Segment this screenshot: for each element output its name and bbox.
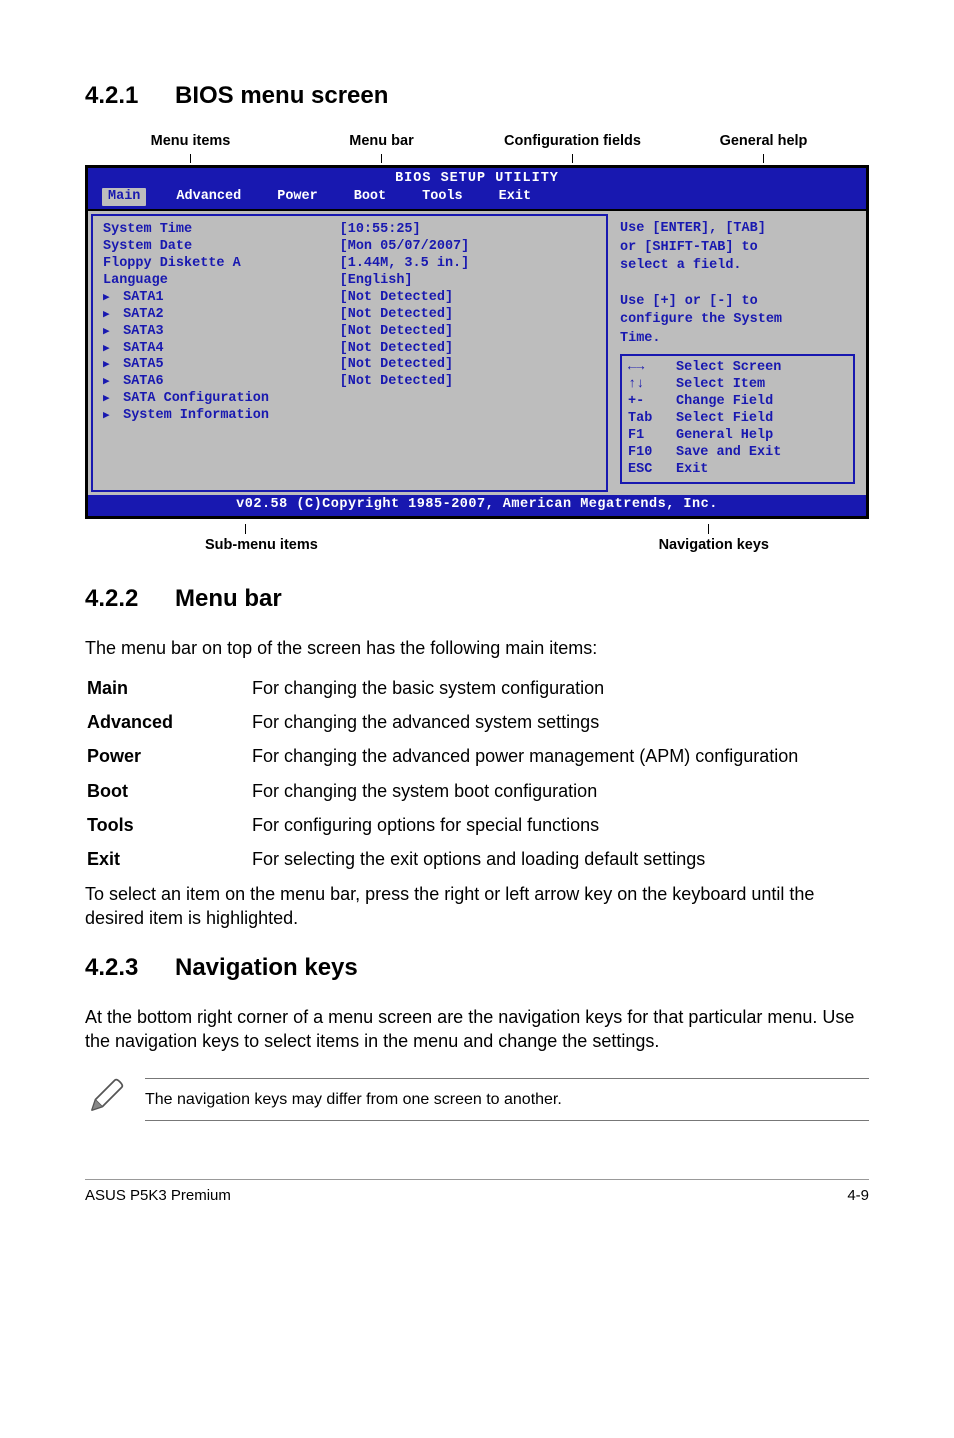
nav-key-row: +-Change Field [628,394,847,411]
bios-fields: System Time[10:55:25]System Date[Mon 05/… [91,214,608,492]
footer-model: ASUS P5K3 Premium [85,1186,231,1206]
bios-field-label[interactable]: System Date [103,239,340,256]
annot-menu-items: Menu items [95,132,286,163]
bios-field-label[interactable]: ▶ SATA Configuration [103,391,340,408]
definition-desc: For changing the advanced system setting… [252,710,869,734]
annot-menu-bar: Menu bar [286,132,477,163]
bios-field-value[interactable]: [Not Detected] [340,357,596,374]
definition-row: BootFor changing the system boot configu… [87,779,869,803]
bios-field-value[interactable]: [Mon 05/07/2007] [340,239,596,256]
bios-field-value[interactable] [340,391,596,408]
definition-row: PowerFor changing the advanced power man… [87,744,869,768]
bios-field-value[interactable]: [Not Detected] [340,374,596,391]
definition-term: Exit [87,847,252,871]
nav-key-row: ↑↓Select Item [628,377,847,394]
definition-desc: For changing the advanced power manageme… [252,744,869,768]
definition-row: ExitFor selecting the exit options and l… [87,847,869,871]
page-footer: ASUS P5K3 Premium 4-9 [85,1179,869,1206]
note-text: The navigation keys may differ from one … [145,1078,869,1122]
annot-config-fields: Configuration fields [477,132,668,163]
bios-field-value[interactable]: [1.44M, 3.5 in.] [340,256,596,273]
nav-key-row: ←→Select Screen [628,360,847,377]
bios-field-label[interactable]: ▶ SATA5 [103,357,340,374]
annot-submenu: Sub-menu items [205,537,318,553]
bios-field-value[interactable]: [Not Detected] [340,307,596,324]
bios-field-value[interactable]: [10:55:25] [340,222,596,239]
bios-title: BIOS SETUP UTILITY [88,168,866,188]
navkeys-para: At the bottom right corner of a menu scr… [85,1005,869,1054]
tab-tools[interactable]: Tools [416,188,469,206]
bios-field-value[interactable]: [Not Detected] [340,341,596,358]
definition-term: Tools [87,813,252,837]
bios-field-label[interactable]: ▶ System Information [103,408,340,425]
bios-field-value[interactable] [340,408,596,425]
tab-advanced[interactable]: Advanced [170,188,247,206]
definition-row: ToolsFor configuring options for special… [87,813,869,837]
tab-boot[interactable]: Boot [348,188,392,206]
bios-field-label[interactable]: ▶ SATA1 [103,290,340,307]
definition-desc: For configuring options for special func… [252,813,869,837]
definitions-list: MainFor changing the basic system config… [87,676,869,872]
bios-screenshot: BIOS SETUP UTILITY Main Advanced Power B… [85,165,869,519]
bios-field-label[interactable]: ▶ SATA2 [103,307,340,324]
bios-help: Use [ENTER], [TAB] or [SHIFT-TAB] to sel… [620,220,855,354]
bios-field-label[interactable]: ▶ SATA4 [103,341,340,358]
footer-page: 4-9 [847,1186,869,1206]
annot-navkeys: Navigation keys [659,537,769,553]
nav-key-row: F1General Help [628,428,847,445]
definition-row: AdvancedFor changing the advanced system… [87,710,869,734]
menubar-intro: The menu bar on top of the screen has th… [85,636,869,660]
heading-421: 4.2.1BIOS menu screen [85,80,869,112]
bios-field-label[interactable]: ▶ SATA6 [103,374,340,391]
definition-term: Advanced [87,710,252,734]
heading-422: 4.2.2Menu bar [85,583,869,615]
bios-field-label[interactable]: Language [103,273,340,290]
nav-keys-box: ←→Select Screen↑↓Select Item+-Change Fie… [620,354,855,484]
top-annotations: Menu items Menu bar Configuration fields… [85,132,869,163]
tab-main[interactable]: Main [102,188,146,206]
definition-term: Main [87,676,252,700]
definition-term: Boot [87,779,252,803]
bios-menubar: Main Advanced Power Boot Tools Exit [88,188,866,209]
bios-field-label[interactable]: System Time [103,222,340,239]
definition-desc: For changing the basic system configurat… [252,676,869,700]
bottom-annotations: Sub-menu items Navigation keys [85,524,869,556]
bios-field-label[interactable]: Floppy Diskette A [103,256,340,273]
annot-general-help: General help [668,132,859,163]
definition-desc: For selecting the exit options and loadi… [252,847,869,871]
tab-exit[interactable]: Exit [493,188,537,206]
tab-power[interactable]: Power [271,188,324,206]
bios-copyright: v02.58 (C)Copyright 1985-2007, American … [88,495,866,515]
definition-desc: For changing the system boot configurati… [252,779,869,803]
nav-key-row: ESCExit [628,462,847,479]
nav-key-row: TabSelect Field [628,411,847,428]
bios-field-value[interactable]: [English] [340,273,596,290]
menubar-outro: To select an item on the menu bar, press… [85,882,869,931]
nav-key-row: F10Save and Exit [628,445,847,462]
definition-term: Power [87,744,252,768]
heading-423: 4.2.3Navigation keys [85,952,869,984]
bios-field-label[interactable]: ▶ SATA3 [103,324,340,341]
definition-row: MainFor changing the basic system config… [87,676,869,700]
bios-field-value[interactable]: [Not Detected] [340,290,596,307]
bios-field-value[interactable]: [Not Detected] [340,324,596,341]
pencil-icon [85,1075,127,1123]
